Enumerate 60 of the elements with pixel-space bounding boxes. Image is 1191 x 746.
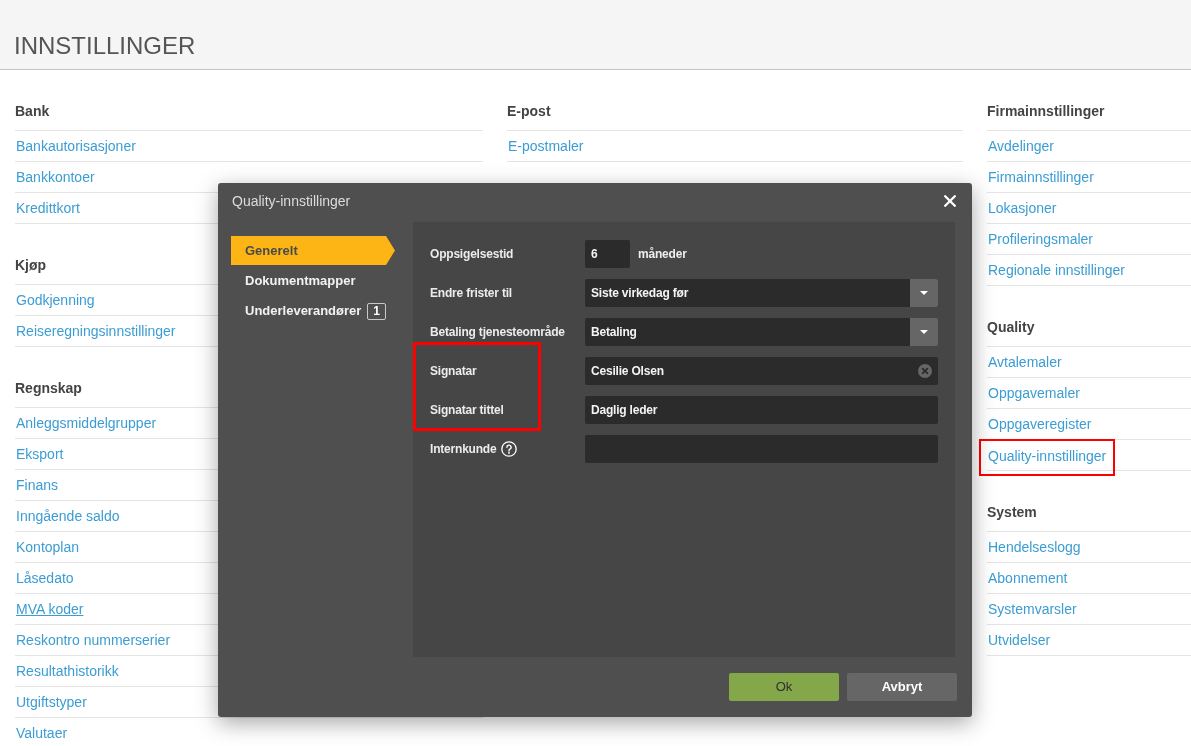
settings-link[interactable]: Systemvarsler (988, 600, 1077, 618)
settings-link[interactable]: Anleggsmiddelgrupper (16, 414, 157, 432)
section-heading: E-post (507, 92, 963, 131)
settings-link[interactable]: Finans (16, 476, 59, 494)
nav-tab[interactable]: Generelt (231, 236, 395, 265)
settings-link[interactable]: Valutaer (16, 724, 68, 742)
settings-link[interactable]: Avdelinger (988, 137, 1054, 155)
close-button[interactable] (944, 195, 956, 207)
text-field[interactable] (585, 435, 938, 463)
section-heading: Firmainnstillinger (987, 92, 1191, 131)
caret-icon (920, 291, 928, 295)
settings-link[interactable]: Reiseregningsinnstillinger (16, 322, 176, 340)
nav-tab[interactable]: Underleverandører 1 (231, 296, 395, 326)
settings-link[interactable]: Regionale innstillinger (988, 261, 1125, 279)
settings-link[interactable]: Profileringsmaler (988, 230, 1094, 248)
section-heading: Bank (15, 92, 483, 131)
field-label: Betaling tjenesteområde (430, 325, 565, 339)
text-field[interactable]: Daglig leder (585, 396, 938, 424)
count-badge: 1 (367, 302, 386, 320)
settings-link[interactable]: Utgiftstyper (16, 693, 87, 711)
caret-icon (920, 330, 928, 334)
unit-label: måneder (638, 247, 687, 261)
settings-link[interactable]: Kontoplan (16, 538, 80, 556)
settings-link[interactable]: Resultathistorikk (16, 662, 119, 680)
cancel-button[interactable]: Avbryt (847, 673, 957, 701)
settings-link[interactable]: E-postmaler (508, 137, 584, 155)
settings-link[interactable]: Quality-innstillinger (988, 447, 1107, 465)
section-heading: System (987, 493, 1191, 532)
section-heading: Quality (987, 308, 1191, 347)
help-icon[interactable] (501, 441, 518, 457)
settings-link[interactable]: Bankautorisasjoner (16, 137, 136, 155)
dropdown[interactable]: Siste virkedag før (585, 279, 938, 307)
clear-icon[interactable] (918, 364, 932, 378)
settings-link[interactable]: MVA koder (16, 600, 84, 618)
ok-button[interactable]: Ok (729, 673, 839, 701)
dropdown-button[interactable] (910, 279, 938, 307)
dialog-title: Quality-innstillinger (232, 192, 351, 210)
settings-link[interactable]: Hendelseslogg (988, 538, 1081, 556)
settings-link[interactable]: Bankkontoer (16, 168, 95, 186)
field-label: Internkunde (430, 442, 497, 456)
page-title: INNSTILLINGER (13, 31, 196, 60)
settings-link[interactable]: Lokasjoner (988, 199, 1057, 217)
settings-link[interactable]: Firmainnstillinger (988, 168, 1094, 186)
settings-link[interactable]: Låsedato (16, 569, 74, 587)
settings-link[interactable]: Kredittkort (16, 199, 80, 217)
settings-link[interactable]: Avtalemaler (988, 353, 1062, 371)
settings-link[interactable]: Eksport (16, 445, 64, 463)
settings-link[interactable]: Reskontro nummerserier (16, 631, 171, 649)
settings-link[interactable]: Utvidelser (988, 631, 1051, 649)
settings-link[interactable]: Inngående saldo (16, 507, 120, 525)
text-field[interactable]: Cesilie Olsen (585, 357, 938, 385)
number-field[interactable]: 6 (585, 240, 630, 268)
dropdown[interactable]: Betaling (585, 318, 938, 346)
settings-link[interactable]: Oppgavemaler (988, 384, 1080, 402)
settings-link[interactable]: Oppgaveregister (988, 415, 1092, 433)
field-label: Endre frister til (430, 286, 512, 300)
settings-link[interactable]: Godkjenning (16, 291, 95, 309)
dropdown-button[interactable] (910, 318, 938, 346)
settings-link[interactable]: Abonnement (988, 569, 1068, 587)
close-icon (944, 195, 956, 207)
